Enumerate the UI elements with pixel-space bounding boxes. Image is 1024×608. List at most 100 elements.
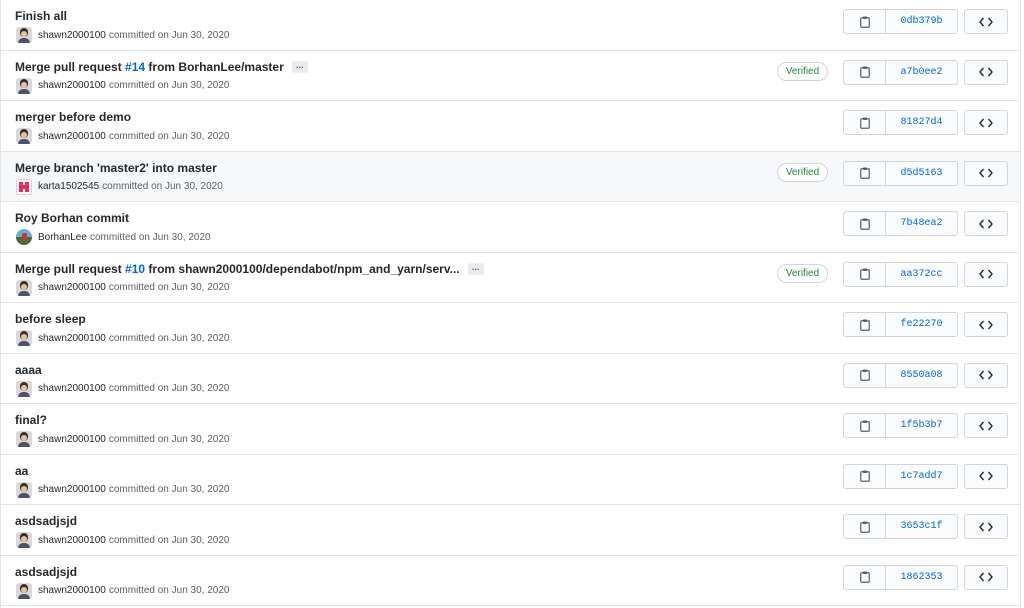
author-link[interactable]: shawn2000100 <box>38 434 106 445</box>
author-link[interactable]: karta1502545 <box>38 181 99 192</box>
copy-sha-button[interactable] <box>844 60 886 84</box>
author-link[interactable]: shawn2000100 <box>38 282 106 293</box>
commit-sha-link[interactable]: aa372cc <box>886 263 957 286</box>
copy-sha-button[interactable] <box>844 111 886 134</box>
commit-sha-link[interactable]: 1c7add7 <box>886 465 957 488</box>
browse-repo-button[interactable] <box>964 514 1008 539</box>
commit-date: committed on Jun 30, 2020 <box>102 181 223 192</box>
author-link[interactable]: shawn2000100 <box>38 131 106 142</box>
browse-repo-button[interactable] <box>964 413 1008 438</box>
pull-request-link[interactable]: #14 <box>125 60 145 74</box>
commit-title[interactable]: Merge pull request #10 from shawn2000100… <box>15 262 484 276</box>
commit-title[interactable]: aaaa <box>15 363 42 377</box>
commit-meta: karta1502545 committed on Jun 30, 2020 <box>16 178 223 195</box>
commit-message[interactable]: asdsadjsjd <box>15 565 77 579</box>
shawn-avatar[interactable] <box>16 380 32 397</box>
copy-sha-button[interactable] <box>844 10 886 33</box>
copy-sha-button[interactable] <box>844 515 886 538</box>
copy-sha-button[interactable] <box>844 161 886 185</box>
shawn-avatar[interactable] <box>16 532 32 548</box>
author-link[interactable]: shawn2000100 <box>38 585 106 596</box>
commit-message-prefix[interactable]: Merge pull request <box>15 262 125 276</box>
pull-request-link[interactable]: #10 <box>125 262 145 276</box>
commit-title[interactable]: asdsadjsjd <box>15 514 77 528</box>
copy-sha-button[interactable] <box>844 464 886 488</box>
commit-message-suffix[interactable]: from BorhanLee/master <box>145 60 283 74</box>
author-link[interactable]: shawn2000100 <box>38 484 106 495</box>
karta-avatar[interactable] <box>16 178 32 195</box>
author-link[interactable]: BorhanLee <box>38 232 87 243</box>
commit-message-prefix[interactable]: Merge pull request <box>15 60 125 74</box>
verified-badge[interactable]: Verified <box>777 263 828 283</box>
shawn-avatar[interactable] <box>16 431 32 447</box>
verified-badge[interactable]: Verified <box>777 162 828 182</box>
shawn-avatar[interactable] <box>16 77 32 94</box>
copy-sha-button[interactable] <box>844 212 886 235</box>
commit-sha-link[interactable]: 0db379b <box>886 10 957 33</box>
commit-row: aa shawn2000100 committed on Jun 30, 202… <box>1 454 1020 505</box>
browse-repo-button[interactable] <box>964 160 1008 186</box>
commit-sha-link[interactable]: 1862353 <box>886 566 957 589</box>
commit-row: Merge pull request #14 from BorhanLee/ma… <box>1 50 1020 101</box>
commit-title[interactable]: Merge pull request #14 from BorhanLee/ma… <box>15 60 308 74</box>
commit-sha-link[interactable]: a7b0ee2 <box>886 61 957 84</box>
commit-message[interactable]: Finish all <box>15 9 67 23</box>
browse-repo-button[interactable] <box>964 261 1008 287</box>
browse-repo-button[interactable] <box>964 362 1008 388</box>
author-link[interactable]: shawn2000100 <box>38 333 106 344</box>
shawn-avatar[interactable] <box>16 128 32 144</box>
commit-message[interactable]: final? <box>15 413 47 427</box>
browse-repo-button[interactable] <box>964 463 1008 489</box>
commit-title[interactable]: merger before demo <box>15 110 131 124</box>
verified-badge[interactable]: Verified <box>777 61 828 81</box>
copy-sha-button[interactable] <box>844 565 886 589</box>
commit-sha-link[interactable]: 81827d4 <box>886 111 957 134</box>
browse-repo-button[interactable] <box>964 312 1008 337</box>
shawn-avatar[interactable] <box>16 481 32 498</box>
commit-sha-link[interactable]: fe22270 <box>886 313 957 336</box>
commit-message[interactable]: merger before demo <box>15 110 131 124</box>
commit-sha-link[interactable]: d5d5163 <box>886 162 957 185</box>
commit-title[interactable]: before sleep <box>15 312 86 326</box>
commit-title[interactable]: aa <box>15 464 28 478</box>
shawn-avatar[interactable] <box>16 330 32 346</box>
commit-sha-link[interactable]: 8550a08 <box>886 364 957 387</box>
commit-title[interactable]: Roy Borhan commit <box>15 211 129 225</box>
shawn-avatar[interactable] <box>16 582 32 599</box>
commit-message-suffix[interactable]: from shawn2000100/dependabot/npm_and_yar… <box>145 262 459 276</box>
copy-sha-button[interactable] <box>844 363 886 387</box>
commit-message[interactable]: Roy Borhan commit <box>15 211 129 225</box>
copy-sha-button[interactable] <box>844 414 886 437</box>
browse-repo-button[interactable] <box>964 564 1008 590</box>
browse-repo-button[interactable] <box>964 110 1008 135</box>
sha-button-group: fe22270 <box>843 312 958 337</box>
commit-title[interactable]: Finish all <box>15 9 67 23</box>
commit-title[interactable]: final? <box>15 413 47 427</box>
shawn-avatar[interactable] <box>16 279 32 296</box>
commit-sha-link[interactable]: 7b48ea2 <box>886 212 957 235</box>
author-link[interactable]: shawn2000100 <box>38 80 106 91</box>
commit-message[interactable]: aa <box>15 464 28 478</box>
commit-sha-link[interactable]: 3653c1f <box>886 515 957 538</box>
commit-title[interactable]: asdsadjsjd <box>15 565 77 579</box>
browse-repo-button[interactable] <box>964 211 1008 236</box>
commit-message[interactable]: before sleep <box>15 312 86 326</box>
expand-message-button[interactable]: … <box>291 60 308 73</box>
commit-sha-link[interactable]: 1f5b3b7 <box>886 414 957 437</box>
author-link[interactable]: shawn2000100 <box>38 383 106 394</box>
author-link[interactable]: shawn2000100 <box>38 30 106 41</box>
browse-repo-button[interactable] <box>964 59 1008 85</box>
commit-message[interactable]: asdsadjsjd <box>15 514 77 528</box>
expand-message-button[interactable]: … <box>467 262 484 275</box>
commit-message[interactable]: Merge branch 'master2' into master <box>15 161 217 175</box>
commit-date: committed on Jun 30, 2020 <box>108 484 230 495</box>
shawn-avatar[interactable] <box>16 27 32 43</box>
borhan-avatar[interactable] <box>16 229 32 245</box>
commit-title[interactable]: Merge branch 'master2' into master <box>15 161 217 175</box>
copy-sha-button[interactable] <box>844 313 886 336</box>
browse-repo-button[interactable] <box>964 9 1008 34</box>
commit-message[interactable]: aaaa <box>15 363 42 377</box>
author-link[interactable]: shawn2000100 <box>38 535 106 546</box>
copy-sha-button[interactable] <box>844 262 886 286</box>
clipboard-icon <box>859 117 870 129</box>
